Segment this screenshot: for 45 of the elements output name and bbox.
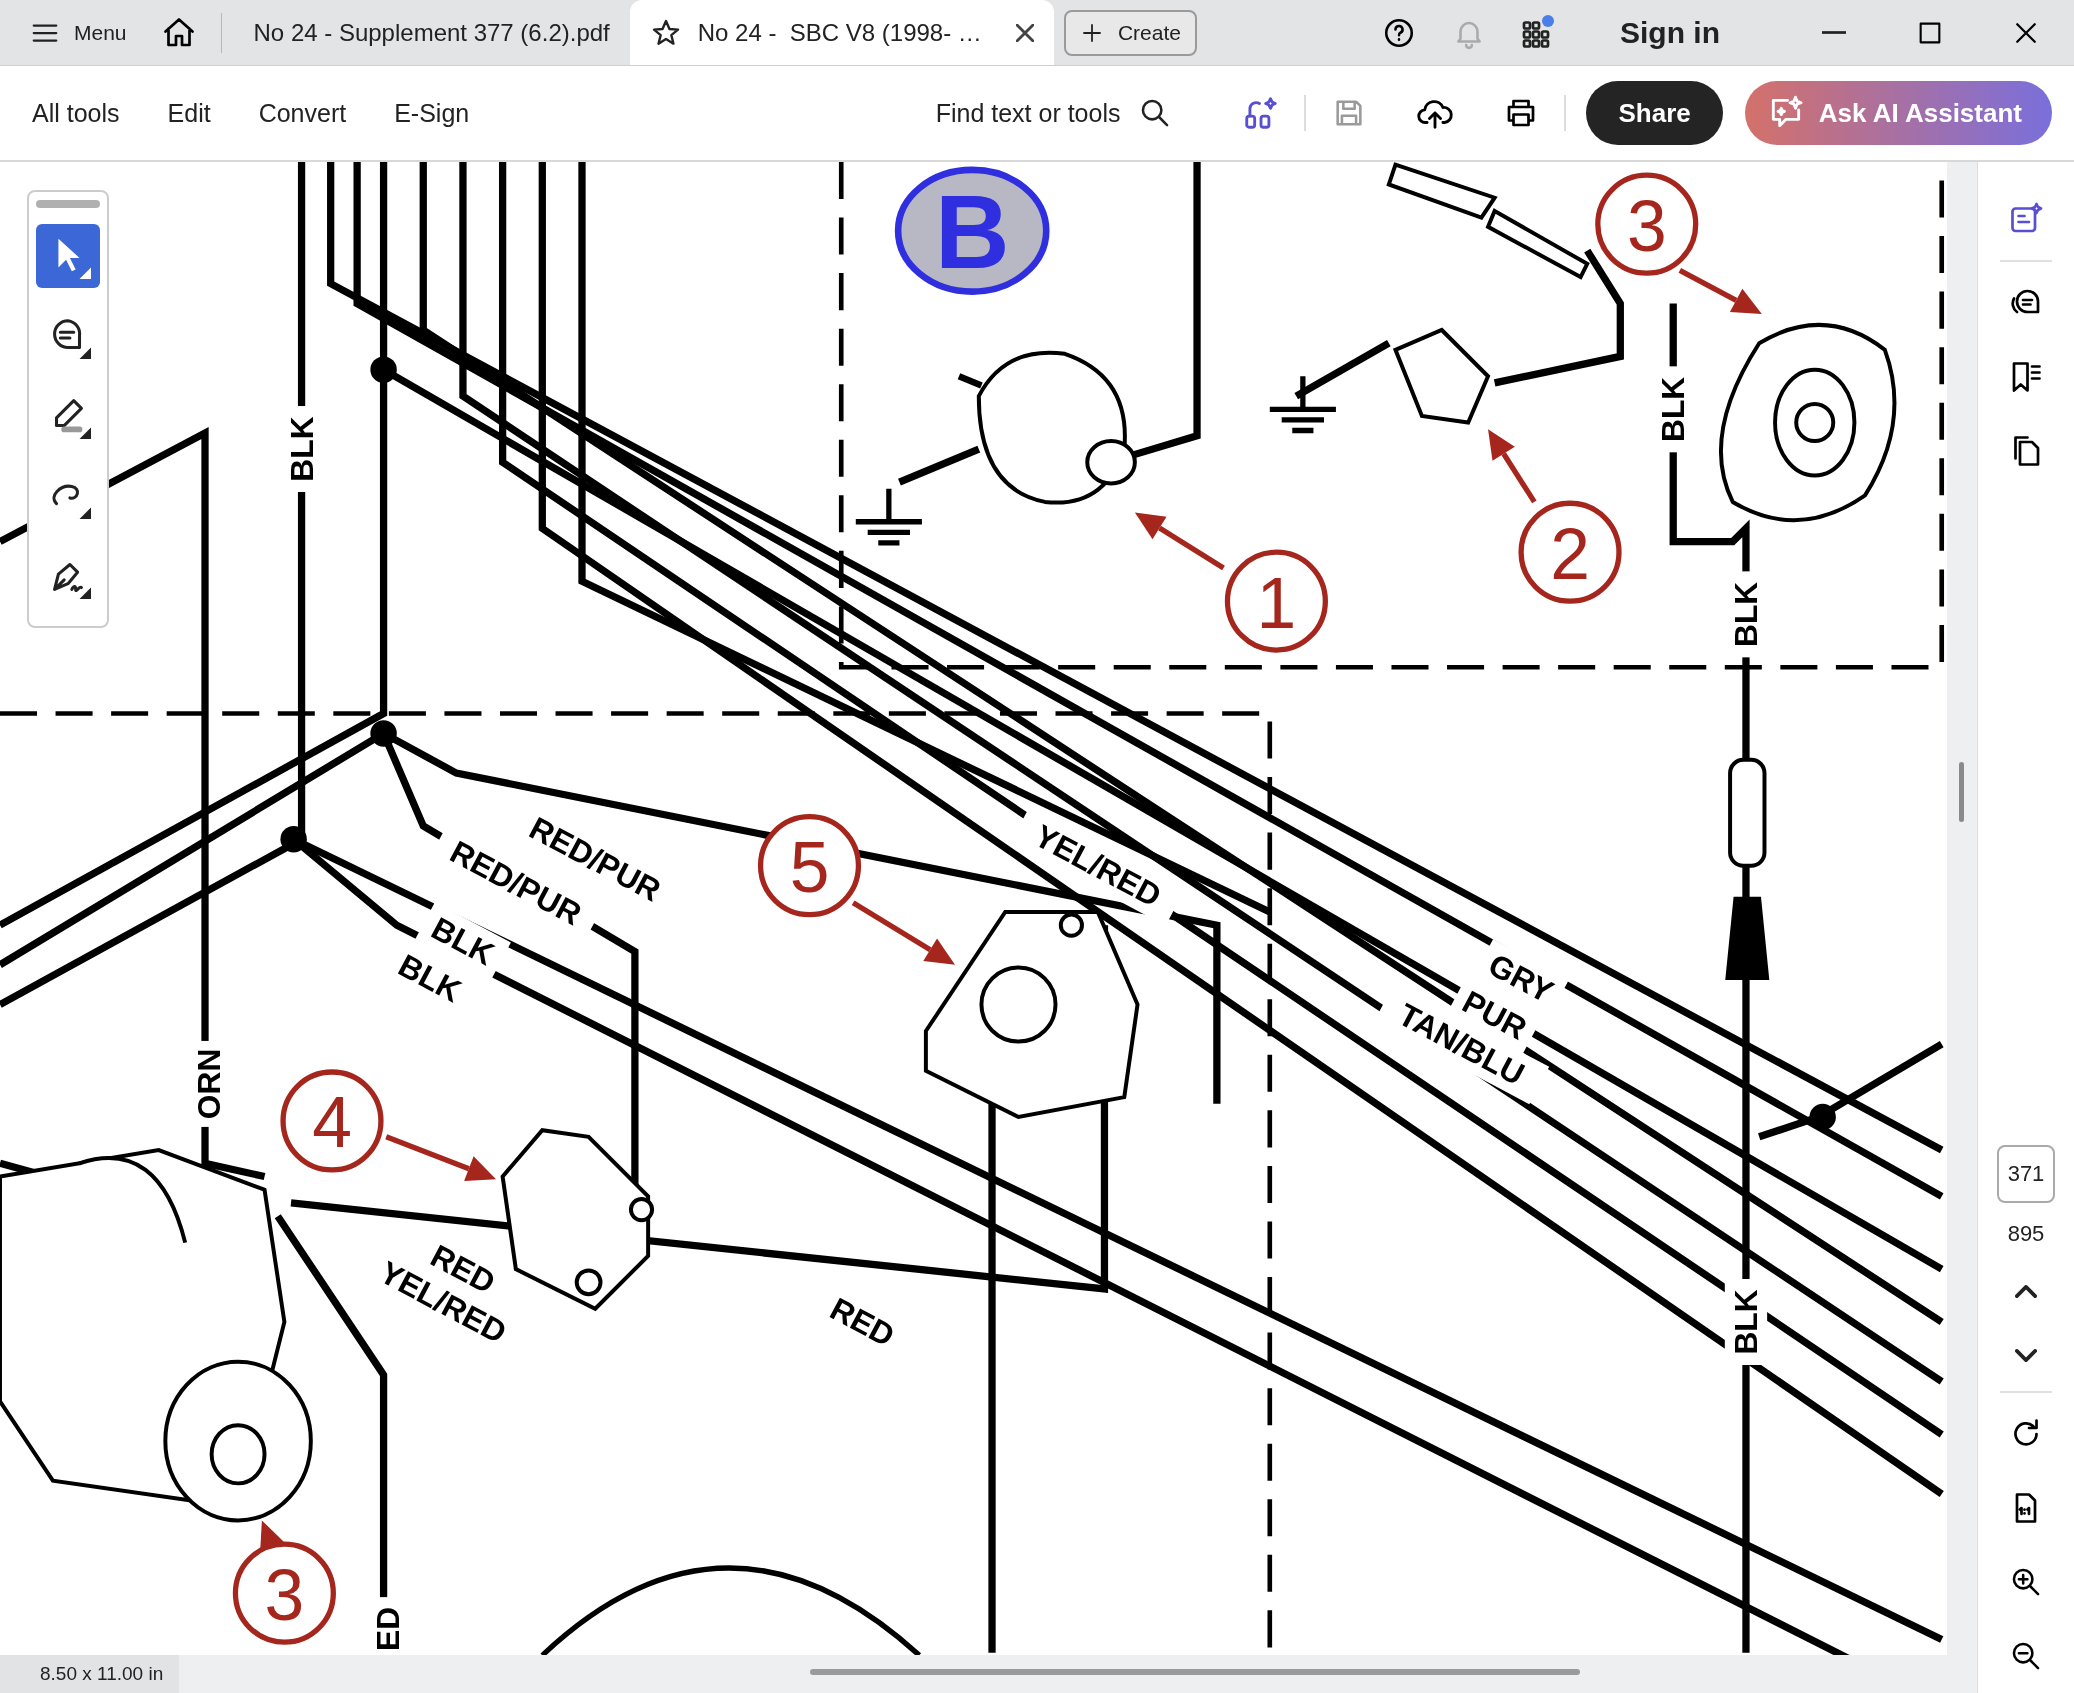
chevron-down-icon [2015,1348,2037,1362]
toolbar-menu-item[interactable]: Convert [258,98,347,128]
document-tab[interactable]: No 24 - SBC V8 (1998- … [629,0,1054,65]
apps-grid-icon [1521,14,1557,51]
page-number-field[interactable]: 371 [1997,1145,2055,1203]
horizontal-scrollbar[interactable] [810,1669,1580,1675]
close-tab-icon[interactable] [1015,23,1034,42]
leader-arrow [260,1520,285,1553]
ground-symbol-icon [1267,373,1339,434]
palette-drag-handle[interactable] [36,200,100,208]
wire-label: ED [369,1606,406,1651]
junction-dot [280,826,307,853]
document-tab[interactable]: No 24 - Supplement 377 (6.2).pdf [233,0,630,65]
minimize-icon [1819,31,1849,34]
sign-in-button[interactable]: Sign in [1614,14,1726,51]
chevron-up-icon [2015,1284,2037,1298]
find-button[interactable]: Find text or tools [929,95,1179,131]
callout-number: 1 [1224,549,1328,653]
callout-number: 3 [232,1541,336,1645]
page-count: 895 [2007,1221,2045,1247]
create-button[interactable]: Create [1063,9,1197,56]
junction-dot [370,720,397,747]
junction-dot [1809,1103,1836,1131]
wire-label: BLK [1655,376,1692,442]
section-badge: B [894,166,1050,295]
toolbar-menu-item[interactable]: Edit [167,98,211,128]
callout-number: 5 [757,814,862,918]
ai-assistant-button[interactable]: Ask AI Assistant [1744,81,2052,145]
wire-label: ORN [191,1048,227,1120]
ground-symbol-icon [853,486,925,546]
wire-label: RED [824,1290,901,1354]
wire-label: BLK [283,416,320,482]
vertical-scrollbar[interactable] [1959,762,1964,822]
select-tool[interactable] [36,224,100,288]
toolbar-menu-item[interactable]: E-Sign [394,98,470,128]
page-size-label: 8.50 x 11.00 in [0,1655,180,1693]
wire-label: BLK [1727,1289,1764,1355]
wire-label: BLK [1727,581,1764,647]
callout-number: 4 [280,1069,384,1173]
toolbar-menu-item[interactable]: All tools [32,98,120,128]
callout-number: 2 [1518,500,1622,604]
callout-number: 3 [1595,172,1699,276]
junction-dot [370,356,397,383]
share-button[interactable]: Share [1586,81,1723,145]
menu-button[interactable]: Menu [0,0,149,65]
